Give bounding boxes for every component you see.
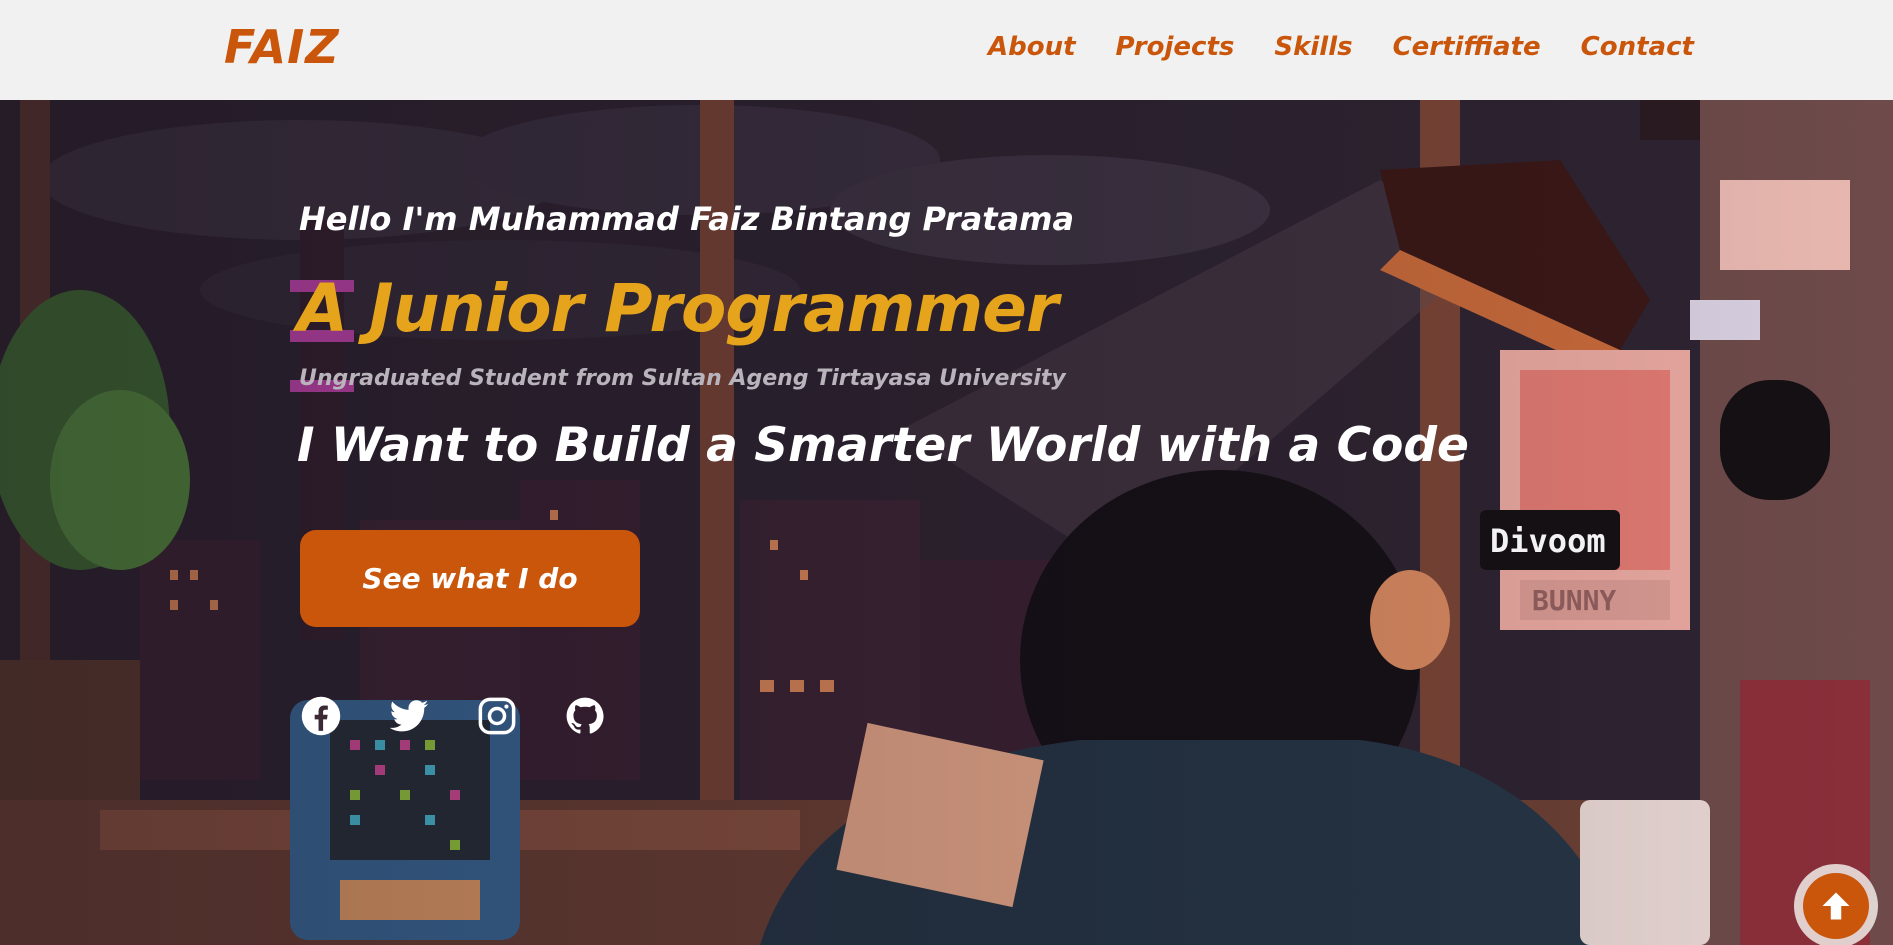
hero-greeting: Hello I'm Muhammad Faiz Bintang Pratama: [299, 200, 1075, 238]
instagram-icon: [478, 697, 516, 735]
poster-brand-text: Divoom: [1490, 522, 1606, 560]
scroll-to-top-button[interactable]: [1794, 864, 1878, 945]
main-nav: About Projects Skills Certiffiate Contac…: [988, 32, 1694, 62]
site-header: FAIZ About Projects Skills Certiffiate C…: [0, 0, 1893, 100]
nav-contact[interactable]: Contact: [1581, 32, 1694, 62]
facebook-link[interactable]: [299, 694, 343, 738]
arrow-up-icon: [1822, 892, 1850, 920]
hero-role-title: A Junior Programmer: [297, 270, 1058, 347]
facebook-icon: [301, 696, 341, 736]
hero-subtitle: Ungraduated Student from Sultan Ageng Ti…: [299, 366, 1066, 391]
nav-certificate[interactable]: Certiffiate: [1393, 32, 1541, 62]
twitter-link[interactable]: [387, 694, 431, 738]
social-links: [299, 694, 651, 738]
see-what-i-do-button[interactable]: See what I do: [300, 530, 640, 627]
nav-about[interactable]: About: [988, 32, 1076, 62]
hero-tagline: I Want to Build a Smarter World with a C…: [297, 418, 1469, 473]
hero-section: Divoom BUNNY Hello I'm Muhammad Faiz Bin…: [0, 100, 1893, 945]
nav-projects[interactable]: Projects: [1116, 32, 1235, 62]
logo[interactable]: FAIZ: [224, 20, 340, 74]
nav-skills[interactable]: Skills: [1274, 32, 1352, 62]
instagram-link[interactable]: [475, 694, 519, 738]
twitter-icon: [389, 700, 429, 732]
github-link[interactable]: [563, 694, 607, 738]
poster-bunny-text: BUNNY: [1532, 584, 1616, 617]
github-icon: [566, 697, 604, 734]
